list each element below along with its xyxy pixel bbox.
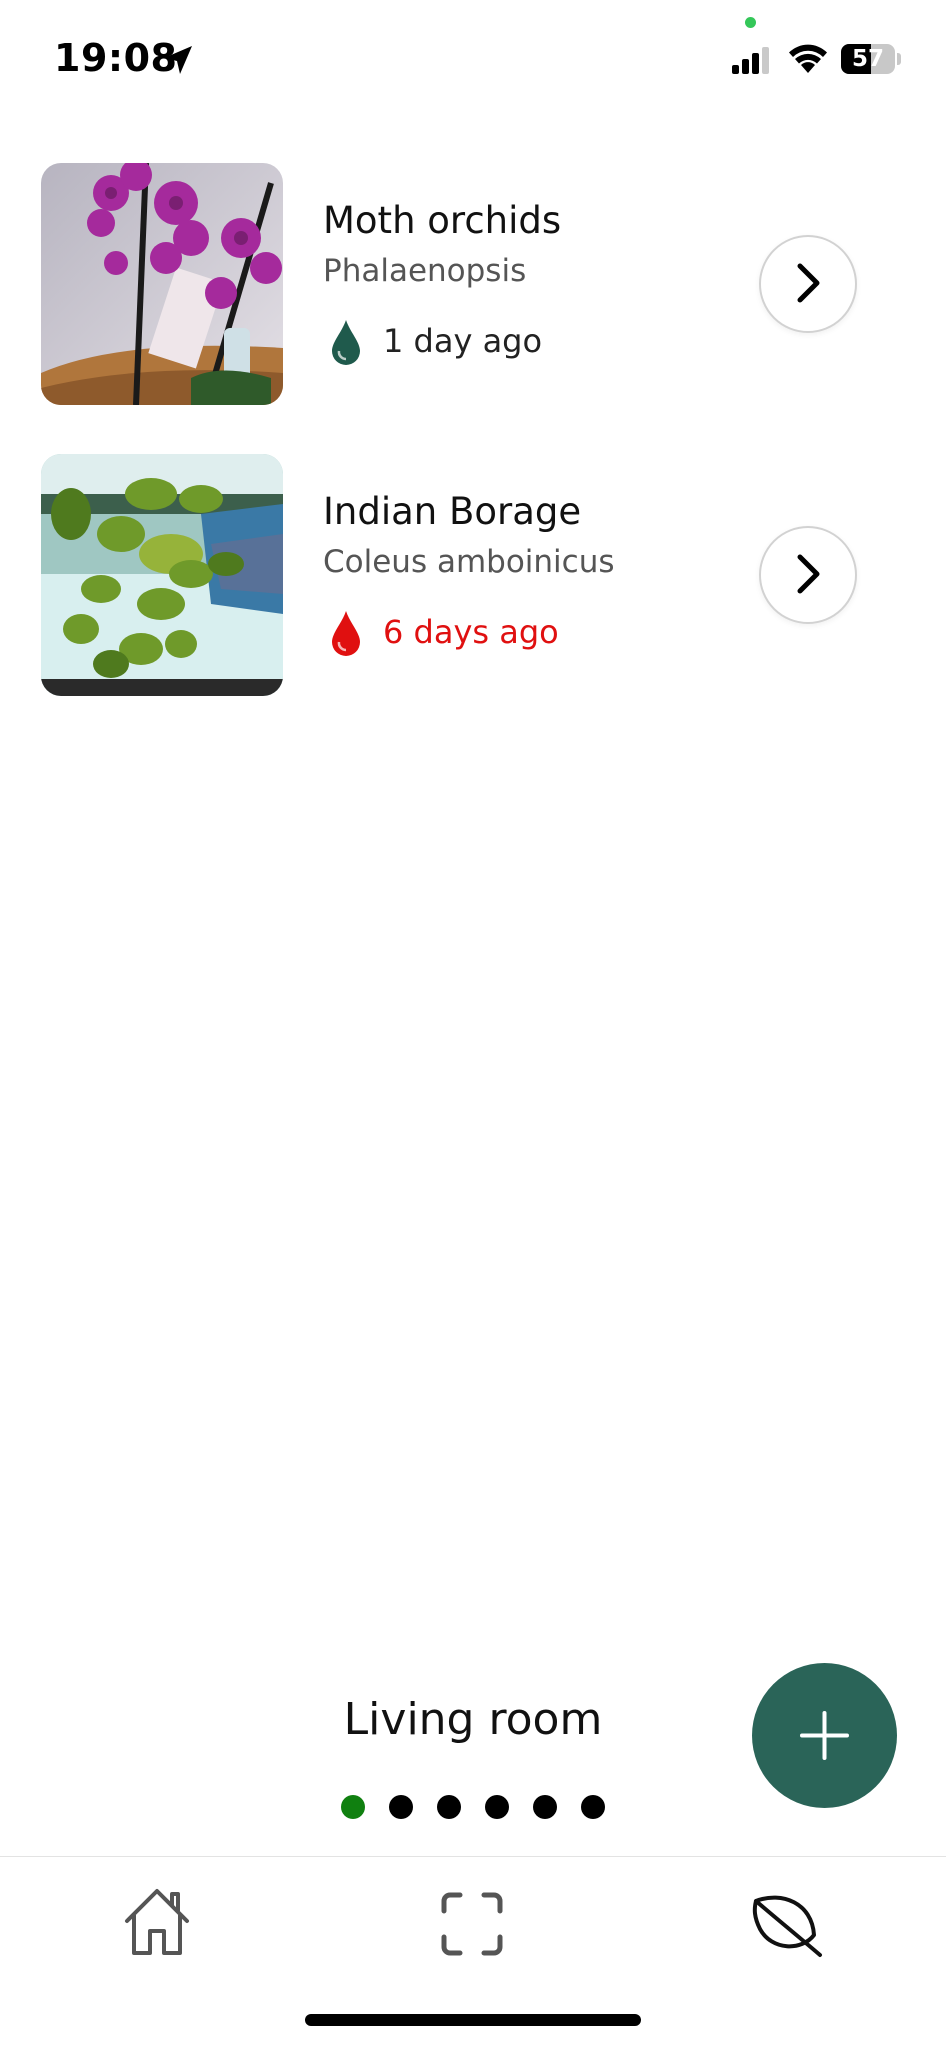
privacy-indicator-dot <box>745 17 756 28</box>
battery-icon: 57 <box>841 44 895 74</box>
chevron-right-icon <box>797 263 820 303</box>
plant-photo-borage[interactable] <box>41 454 283 696</box>
location-arrow-icon <box>164 46 192 74</box>
scan-icon <box>441 1892 503 1956</box>
add-plant-button[interactable] <box>752 1663 897 1808</box>
plant-scientific-name: Phalaenopsis <box>323 253 527 289</box>
water-drop-icon <box>332 611 360 656</box>
plant-card-moth-orchids[interactable]: Moth orchids Phalaenopsis 1 day ago <box>0 163 946 405</box>
battery-percentage: 57 <box>851 46 884 72</box>
leaf-icon <box>752 1895 822 1957</box>
water-drop-icon <box>332 320 360 365</box>
last-watered-text: 1 day ago <box>383 322 543 360</box>
wifi-icon <box>789 44 827 73</box>
status-bar: 19:08 57 <box>0 0 946 120</box>
page-dot[interactable] <box>581 1795 605 1819</box>
page-dot-active[interactable] <box>341 1795 365 1819</box>
plant-photo-orchid[interactable] <box>41 163 283 405</box>
open-plant-button[interactable] <box>759 526 857 624</box>
last-watered-text: 6 days ago <box>383 613 559 651</box>
page-dot[interactable] <box>485 1795 509 1819</box>
plant-card-indian-borage[interactable]: Indian Borage Coleus amboinicus 6 days a… <box>0 454 946 696</box>
plus-icon <box>800 1711 849 1760</box>
cellular-signal-icon <box>732 47 769 74</box>
tab-plants[interactable] <box>742 1879 832 1969</box>
battery-tip <box>897 53 901 65</box>
home-indicator[interactable] <box>305 2014 641 2026</box>
tab-home[interactable] <box>112 1879 202 1969</box>
chevron-right-icon <box>797 554 820 594</box>
page-dot[interactable] <box>437 1795 461 1819</box>
tab-scan[interactable] <box>427 1879 517 1969</box>
plant-name: Indian Borage <box>323 490 582 533</box>
home-icon <box>125 1889 189 1955</box>
page-dot[interactable] <box>389 1795 413 1819</box>
status-time: 19:08 <box>54 36 178 80</box>
page-dot[interactable] <box>533 1795 557 1819</box>
plant-scientific-name: Coleus amboinicus <box>323 544 615 580</box>
plant-name: Moth orchids <box>323 199 562 242</box>
open-plant-button[interactable] <box>759 235 857 333</box>
